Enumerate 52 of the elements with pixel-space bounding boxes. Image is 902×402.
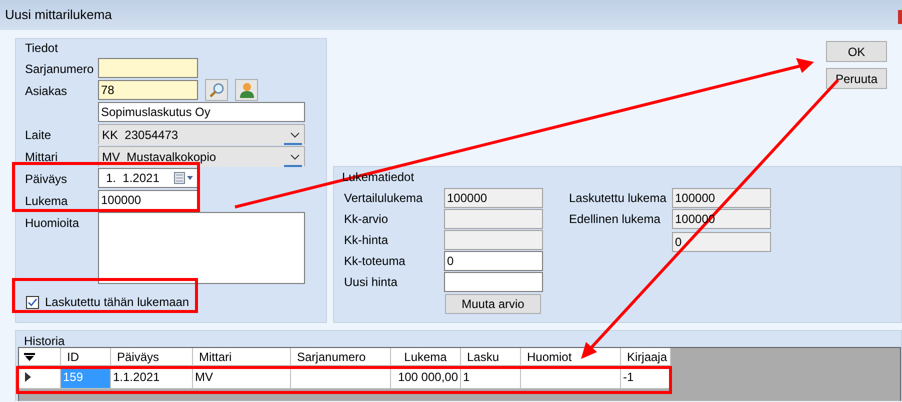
search-button[interactable] — [205, 79, 228, 101]
field-label: Laskutettu lukema — [569, 191, 666, 205]
customer-button[interactable] — [235, 79, 258, 101]
input-field[interactable] — [444, 272, 543, 292]
column-header[interactable]: Kirjaaja — [621, 348, 671, 366]
column-header[interactable]: Lukema — [391, 348, 461, 366]
chevron-down-icon — [290, 154, 300, 160]
checkbox-label: Laskutettu tähän lukemaan — [45, 294, 190, 311]
date-field[interactable]: 1. 1.2021 — [98, 168, 198, 188]
dropdown[interactable]: KK 23054473 — [98, 124, 305, 145]
calendar-icon — [174, 172, 194, 184]
filter-icon — [24, 352, 35, 360]
search-icon — [208, 82, 224, 98]
current-row-icon — [25, 372, 31, 382]
chevron-down-icon — [290, 132, 300, 138]
field-label: Uusi hinta — [344, 275, 398, 289]
input-field[interactable]: 100000 — [98, 190, 198, 210]
field-label: Laite — [25, 128, 52, 142]
input-field: 100000 — [444, 188, 543, 208]
ok-button[interactable]: OK — [826, 41, 887, 62]
input-field[interactable]: 78 — [98, 80, 198, 100]
input-field: 100000 — [672, 188, 771, 208]
change-estimate-button[interactable]: Muuta arvio — [445, 294, 541, 314]
person-icon — [238, 82, 254, 98]
group-title: Historia — [24, 333, 65, 350]
field-label: Asiakas — [25, 84, 68, 98]
field-label: Sarjanumero — [25, 62, 94, 76]
cancel-button[interactable]: Peruuta — [826, 68, 887, 89]
field-label: Kk-arvio — [344, 212, 388, 226]
text-area[interactable] — [98, 212, 305, 284]
field-label: Lukema — [25, 194, 68, 208]
column-header[interactable]: Mittari — [193, 348, 291, 366]
group-title: Tiedot — [24, 40, 59, 57]
field-label: Kk-toteuma — [344, 254, 406, 268]
input-field[interactable]: 0 — [444, 251, 543, 271]
field-label: Vertailulukema — [344, 191, 423, 205]
field-label: Edellinen lukema — [569, 212, 660, 226]
column-header[interactable]: Lasku — [461, 348, 521, 366]
checkbox[interactable] — [26, 296, 39, 308]
field-label: Mittari — [25, 150, 58, 164]
column-header[interactable]: Sarjanumero — [291, 348, 391, 366]
column-header[interactable]: ID — [61, 348, 111, 366]
field-label: Kk-hinta — [344, 233, 388, 247]
dropdown[interactable]: MV Mustavalkokopio — [98, 146, 305, 167]
input-field[interactable]: Sopimuslaskutus Oy — [98, 102, 305, 122]
column-header[interactable]: Huomiot — [521, 348, 621, 366]
window-title: Uusi mittarilukema — [5, 6, 112, 24]
column-header[interactable]: Päiväys — [111, 348, 193, 366]
input-field[interactable] — [98, 58, 198, 78]
input-field: 0 — [672, 232, 771, 252]
field-label: Huomioita — [25, 216, 80, 230]
field-label: Päiväys — [25, 172, 68, 186]
